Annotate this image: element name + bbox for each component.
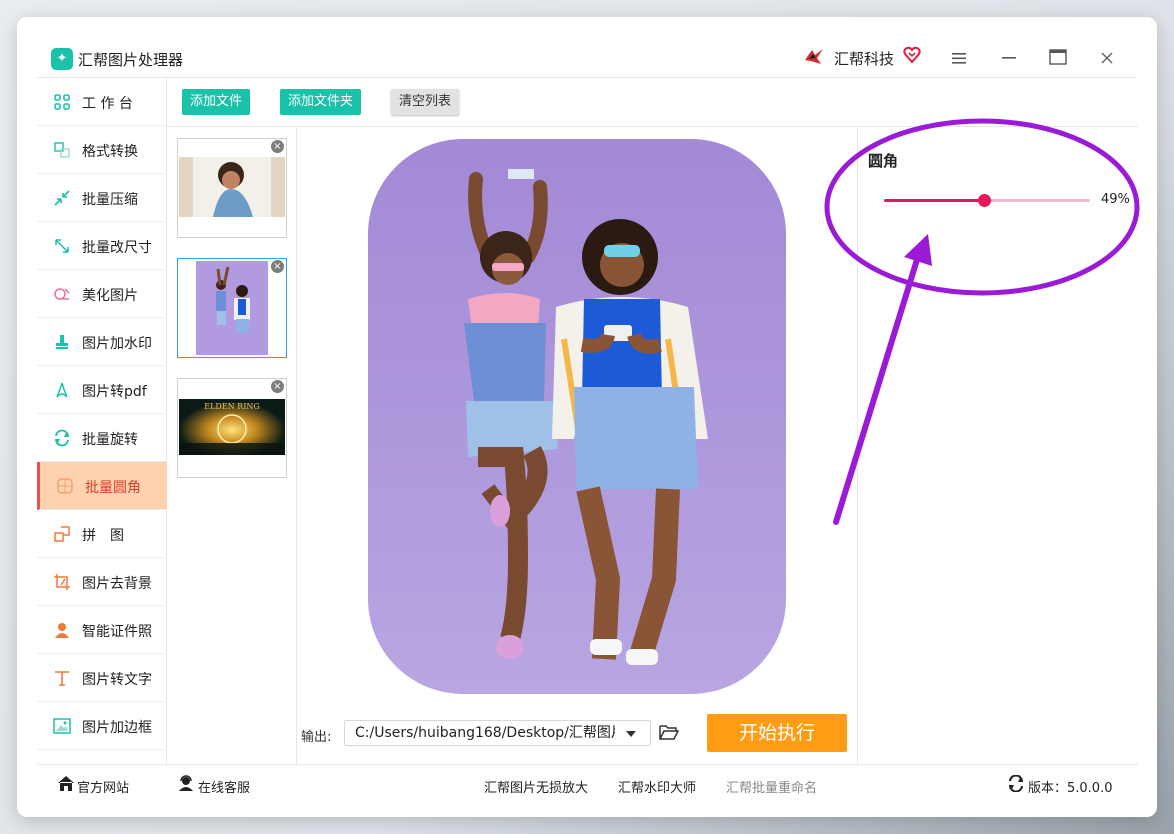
grid-icon — [54, 94, 70, 110]
compress-icon — [54, 190, 70, 206]
sidebar-item-label: 工 作 台 — [82, 96, 133, 112]
resize-icon — [55, 239, 69, 253]
sidebar-item-compress[interactable]: 批量压缩 — [37, 174, 167, 222]
sidebar-item-label: 图片转文字 — [82, 672, 152, 688]
stamp-icon — [56, 335, 68, 349]
thumbnail-caption: ELDEN RING — [204, 402, 260, 411]
rotate-icon — [55, 429, 69, 447]
setting-title: 圆角 — [868, 152, 899, 170]
crop-icon — [54, 574, 70, 590]
slider-fill — [884, 199, 985, 202]
add-file-button[interactable]: 添加文件 — [182, 89, 251, 115]
app-title: 汇帮图片处理器 — [78, 51, 184, 69]
sidebar-item-idphoto[interactable]: 智能证件照 — [37, 606, 167, 654]
footer: 官方网站 在线客服 汇帮图片无损放大 汇帮水印大师 汇帮批量重命名 版本：5.0… — [37, 764, 1138, 804]
app-logo-icon: ✦ — [51, 48, 73, 70]
text-icon — [55, 671, 69, 686]
two-women-photo — [196, 261, 268, 355]
sidebar-item-label: 批量旋转 — [82, 432, 138, 448]
version-text: 版本：5.0.0.0 — [1028, 781, 1113, 796]
rounded-corner-icon — [57, 478, 73, 494]
sidebar: 工 作 台 格式转换 批量压缩 批量改尺寸 美化图片 图片加水印 图片转pdf … — [37, 78, 167, 764]
sidebar-item-watermark[interactable]: 图片加水印 — [37, 318, 167, 366]
menu-icon[interactable] — [951, 47, 967, 69]
minimize-icon[interactable] — [1001, 47, 1017, 69]
output-path-value: C:/Users/huibang168/Desktop/汇帮图片 — [355, 725, 615, 741]
home-icon — [58, 776, 74, 791]
sidebar-item-label: 批量改尺寸 — [82, 240, 152, 256]
convert-icon — [54, 142, 70, 158]
sidebar-item-format[interactable]: 格式转换 — [37, 126, 167, 174]
maximize-icon[interactable] — [1049, 49, 1067, 65]
baby-photo — [179, 157, 285, 217]
sidebar-item-beautify[interactable]: 美化图片 — [37, 270, 167, 318]
sidebar-item-label: 拼 图 — [82, 528, 124, 544]
website-link[interactable]: 官方网站 — [77, 777, 129, 796]
settings-panel: 圆角 49% — [857, 128, 1138, 764]
output-label: 输出: — [301, 730, 332, 745]
sidebar-item-label: 格式转换 — [82, 144, 138, 160]
folder-open-icon[interactable] — [659, 723, 679, 741]
sidebar-item-label: 图片转pdf — [82, 384, 147, 400]
thumbnail-baby[interactable]: × — [177, 138, 287, 238]
app-window: ✦ 汇帮图片处理器 汇帮科技 工 作 台 格式转换 批量压缩 批量改尺寸 美化图… — [17, 17, 1157, 817]
sidebar-item-label: 图片加边框 — [82, 720, 152, 736]
sidebar-item-label: 图片去背景 — [82, 576, 152, 592]
clear-list-button[interactable]: 清空列表 — [391, 89, 460, 115]
refresh-icon[interactable] — [1007, 775, 1025, 792]
remove-thumbnail-icon[interactable]: × — [271, 380, 284, 393]
support-link[interactable]: 在线客服 — [198, 777, 250, 796]
brand-name: 汇帮科技 — [834, 50, 895, 68]
sidebar-item-label: 美化图片 — [82, 288, 138, 304]
sidebar-item-label: 批量圆角 — [85, 480, 141, 496]
sidebar-item-rounded[interactable]: 批量圆角 — [37, 462, 167, 510]
sidebar-item-removebg[interactable]: 图片去背景 — [37, 558, 167, 606]
watermark-link[interactable]: 汇帮水印大师 — [618, 777, 696, 796]
brand-logo-icon — [805, 49, 823, 64]
output-path-select[interactable]: C:/Users/huibang168/Desktop/汇帮图片 — [344, 720, 651, 746]
sidebar-item-rotate[interactable]: 批量旋转 — [37, 414, 167, 462]
add-folder-button[interactable]: 添加文件夹 — [280, 89, 362, 115]
upscale-link[interactable]: 汇帮图片无损放大 — [484, 777, 588, 796]
sidebar-item-label: 图片加水印 — [82, 336, 152, 352]
toolbar: 添加文件 添加文件夹 清空列表 — [167, 78, 1138, 127]
thumbnail-two-women[interactable]: × — [177, 258, 287, 358]
sidebar-item-ocr[interactable]: 图片转文字 — [37, 654, 167, 702]
start-button[interactable]: 开始执行 — [707, 714, 847, 752]
sidebar-item-workbench[interactable]: 工 作 台 — [37, 78, 167, 126]
close-icon[interactable] — [1099, 47, 1115, 69]
image-preview — [368, 139, 786, 694]
person-icon — [55, 623, 69, 638]
remove-thumbnail-icon[interactable]: × — [271, 140, 284, 153]
sidebar-item-border[interactable]: 图片加边框 — [37, 702, 167, 750]
sidebar-item-collage[interactable]: 拼 图 — [37, 510, 167, 558]
support-icon — [179, 775, 193, 791]
vip-heart-icon[interactable] — [903, 46, 921, 64]
frame-icon — [53, 718, 71, 734]
file-list: × × ELDEN RING × — [167, 128, 297, 764]
beautify-icon — [54, 288, 70, 300]
sidebar-item-topdf[interactable]: 图片转pdf — [37, 366, 167, 414]
preview-photo — [368, 139, 786, 694]
sidebar-item-label: 批量压缩 — [82, 192, 138, 208]
sidebar-item-resize[interactable]: 批量改尺寸 — [37, 222, 167, 270]
title-bar: ✦ 汇帮图片处理器 汇帮科技 — [17, 17, 1157, 77]
collage-icon — [54, 526, 70, 542]
remove-thumbnail-icon[interactable]: × — [271, 260, 284, 273]
pdf-icon — [56, 382, 68, 398]
rename-link[interactable]: 汇帮批量重命名 — [726, 777, 817, 796]
chevron-down-icon — [626, 731, 636, 737]
slider-value: 49% — [1101, 192, 1130, 207]
thumbnail-elden-ring[interactable]: ELDEN RING × — [177, 378, 287, 478]
sidebar-item-label: 智能证件照 — [82, 624, 152, 640]
slider-handle[interactable] — [978, 194, 992, 207]
